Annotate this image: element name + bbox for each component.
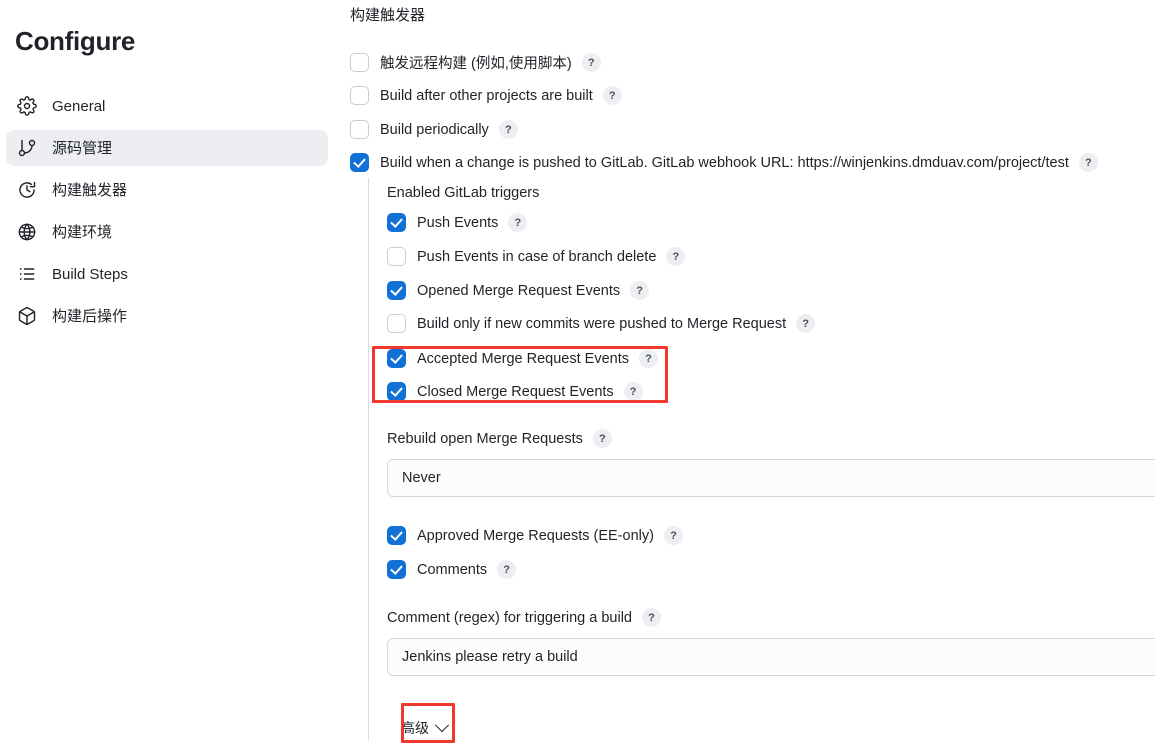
advanced-button-label: 高级 bbox=[401, 720, 429, 736]
help-icon[interactable]: ? bbox=[638, 349, 658, 368]
build-on-gitlab-push-row[interactable]: Build when a change is pushed to GitLab.… bbox=[350, 153, 1098, 172]
comment-regex-text: Comment (regex) for triggering a build bbox=[387, 609, 632, 626]
comment-regex-value: Jenkins please retry a build bbox=[402, 649, 578, 665]
help-icon[interactable]: ? bbox=[1078, 153, 1098, 172]
help-icon[interactable]: ? bbox=[602, 86, 622, 105]
build-on-gitlab-push-label: Build when a change is pushed to GitLab.… bbox=[380, 154, 1069, 171]
help-icon[interactable]: ? bbox=[623, 382, 643, 401]
accepted-merge-request-events-checkbox[interactable] bbox=[387, 349, 406, 368]
help-icon[interactable]: ? bbox=[642, 608, 661, 627]
accepted-merge-request-events-row[interactable]: Accepted Merge Request Events ? bbox=[387, 349, 658, 368]
rebuild-open-merge-requests-select[interactable]: Never bbox=[387, 459, 1155, 497]
help-icon[interactable]: ? bbox=[666, 247, 686, 266]
sidebar-item-label: 构建触发器 bbox=[52, 181, 128, 199]
sidebar-item-build-steps[interactable]: Build Steps bbox=[6, 256, 328, 292]
sidebar-item-build-environment[interactable]: 构建环境 bbox=[6, 214, 328, 250]
trigger-remote-build-checkbox[interactable] bbox=[350, 53, 369, 72]
rebuild-open-merge-requests-label: Rebuild open Merge Requests ? bbox=[387, 429, 612, 448]
comments-label: Comments bbox=[417, 561, 488, 578]
sidebar: Configure General 源码管理 构建触发器 构建环境 Build … bbox=[0, 0, 340, 741]
closed-merge-request-events-checkbox[interactable] bbox=[387, 382, 406, 401]
page-title: Configure bbox=[15, 26, 136, 56]
build-periodically-checkbox[interactable] bbox=[350, 120, 369, 139]
sidebar-nav: General 源码管理 构建触发器 构建环境 Build Steps 构建后操… bbox=[6, 88, 328, 340]
build-on-gitlab-push-checkbox[interactable] bbox=[350, 153, 369, 172]
push-events-branch-delete-checkbox[interactable] bbox=[387, 247, 406, 266]
build-only-new-commits-label: Build only if new commits were pushed to… bbox=[417, 315, 787, 332]
package-icon bbox=[16, 305, 38, 327]
build-after-other-projects-label: Build after other projects are built bbox=[380, 87, 593, 104]
sidebar-item-label: 构建后操作 bbox=[52, 307, 128, 325]
build-after-other-projects-row[interactable]: Build after other projects are built ? bbox=[350, 86, 622, 105]
chevron-down-icon bbox=[434, 718, 450, 733]
list-icon bbox=[16, 263, 38, 285]
sidebar-item-label: 构建环境 bbox=[52, 223, 113, 241]
approved-merge-requests-checkbox[interactable] bbox=[387, 526, 406, 545]
build-periodically-label: Build periodically bbox=[380, 121, 489, 138]
sidebar-item-post-build-actions[interactable]: 构建后操作 bbox=[6, 298, 328, 334]
gear-icon bbox=[16, 95, 38, 117]
comment-regex-input[interactable]: Jenkins please retry a build bbox=[387, 638, 1155, 676]
build-only-new-commits-checkbox[interactable] bbox=[387, 314, 406, 333]
push-events-branch-delete-row[interactable]: Push Events in case of branch delete ? bbox=[387, 247, 686, 266]
comments-checkbox[interactable] bbox=[387, 560, 406, 579]
opened-merge-request-events-label: Opened Merge Request Events bbox=[417, 282, 621, 299]
build-periodically-row[interactable]: Build periodically ? bbox=[350, 120, 518, 139]
sidebar-item-label: 源码管理 bbox=[52, 139, 113, 157]
help-icon[interactable]: ? bbox=[630, 281, 650, 300]
sidebar-item-source-code-management[interactable]: 源码管理 bbox=[6, 130, 328, 166]
push-events-label: Push Events bbox=[417, 214, 499, 231]
opened-merge-request-events-checkbox[interactable] bbox=[387, 281, 406, 300]
approved-merge-requests-row[interactable]: Approved Merge Requests (EE-only) ? bbox=[387, 526, 683, 545]
push-events-branch-delete-label: Push Events in case of branch delete bbox=[417, 248, 657, 265]
comments-row[interactable]: Comments ? bbox=[387, 560, 517, 579]
section-title: 构建触发器 bbox=[350, 7, 426, 24]
main-content: 构建触发器 触发远程构建 (例如,使用脚本) ? Build after oth… bbox=[350, 0, 1155, 741]
git-branch-icon bbox=[16, 137, 38, 159]
closed-merge-request-events-label: Closed Merge Request Events bbox=[417, 383, 614, 400]
help-icon[interactable]: ? bbox=[508, 213, 528, 232]
push-events-row[interactable]: Push Events ? bbox=[387, 213, 528, 232]
accepted-merge-request-events-label: Accepted Merge Request Events bbox=[417, 350, 629, 367]
sidebar-item-general[interactable]: General bbox=[6, 88, 328, 124]
trigger-remote-build-row[interactable]: 触发远程构建 (例如,使用脚本) ? bbox=[350, 52, 601, 73]
approved-merge-requests-label: Approved Merge Requests (EE-only) bbox=[417, 527, 654, 544]
help-icon[interactable]: ? bbox=[498, 120, 518, 139]
sidebar-item-label: General bbox=[52, 97, 106, 115]
configure-page: Configure General 源码管理 构建触发器 构建环境 Build … bbox=[0, 0, 1155, 743]
help-icon[interactable]: ? bbox=[497, 560, 517, 579]
help-icon[interactable]: ? bbox=[796, 314, 816, 333]
help-icon[interactable]: ? bbox=[663, 526, 683, 545]
build-only-new-commits-row[interactable]: Build only if new commits were pushed to… bbox=[387, 314, 816, 333]
opened-merge-request-events-row[interactable]: Opened Merge Request Events ? bbox=[387, 281, 650, 300]
advanced-button[interactable]: 高级 bbox=[401, 718, 450, 738]
clock-icon bbox=[16, 179, 38, 201]
group-indent-guide bbox=[368, 178, 369, 741]
closed-merge-request-events-row[interactable]: Closed Merge Request Events ? bbox=[387, 382, 643, 401]
sidebar-item-build-triggers[interactable]: 构建触发器 bbox=[6, 172, 328, 208]
rebuild-open-merge-requests-value: Never bbox=[402, 470, 441, 486]
enabled-gitlab-triggers-label: Enabled GitLab triggers bbox=[387, 185, 540, 201]
trigger-remote-build-label: 触发远程构建 (例如,使用脚本) bbox=[380, 56, 572, 72]
help-icon[interactable]: ? bbox=[581, 53, 601, 72]
push-events-checkbox[interactable] bbox=[387, 213, 406, 232]
comment-regex-label: Comment (regex) for triggering a build ? bbox=[387, 608, 661, 627]
sidebar-item-label: Build Steps bbox=[52, 265, 128, 283]
build-after-other-projects-checkbox[interactable] bbox=[350, 86, 369, 105]
help-icon[interactable]: ? bbox=[592, 429, 612, 448]
rebuild-open-merge-requests-text: Rebuild open Merge Requests bbox=[387, 430, 583, 447]
globe-icon bbox=[16, 221, 38, 243]
